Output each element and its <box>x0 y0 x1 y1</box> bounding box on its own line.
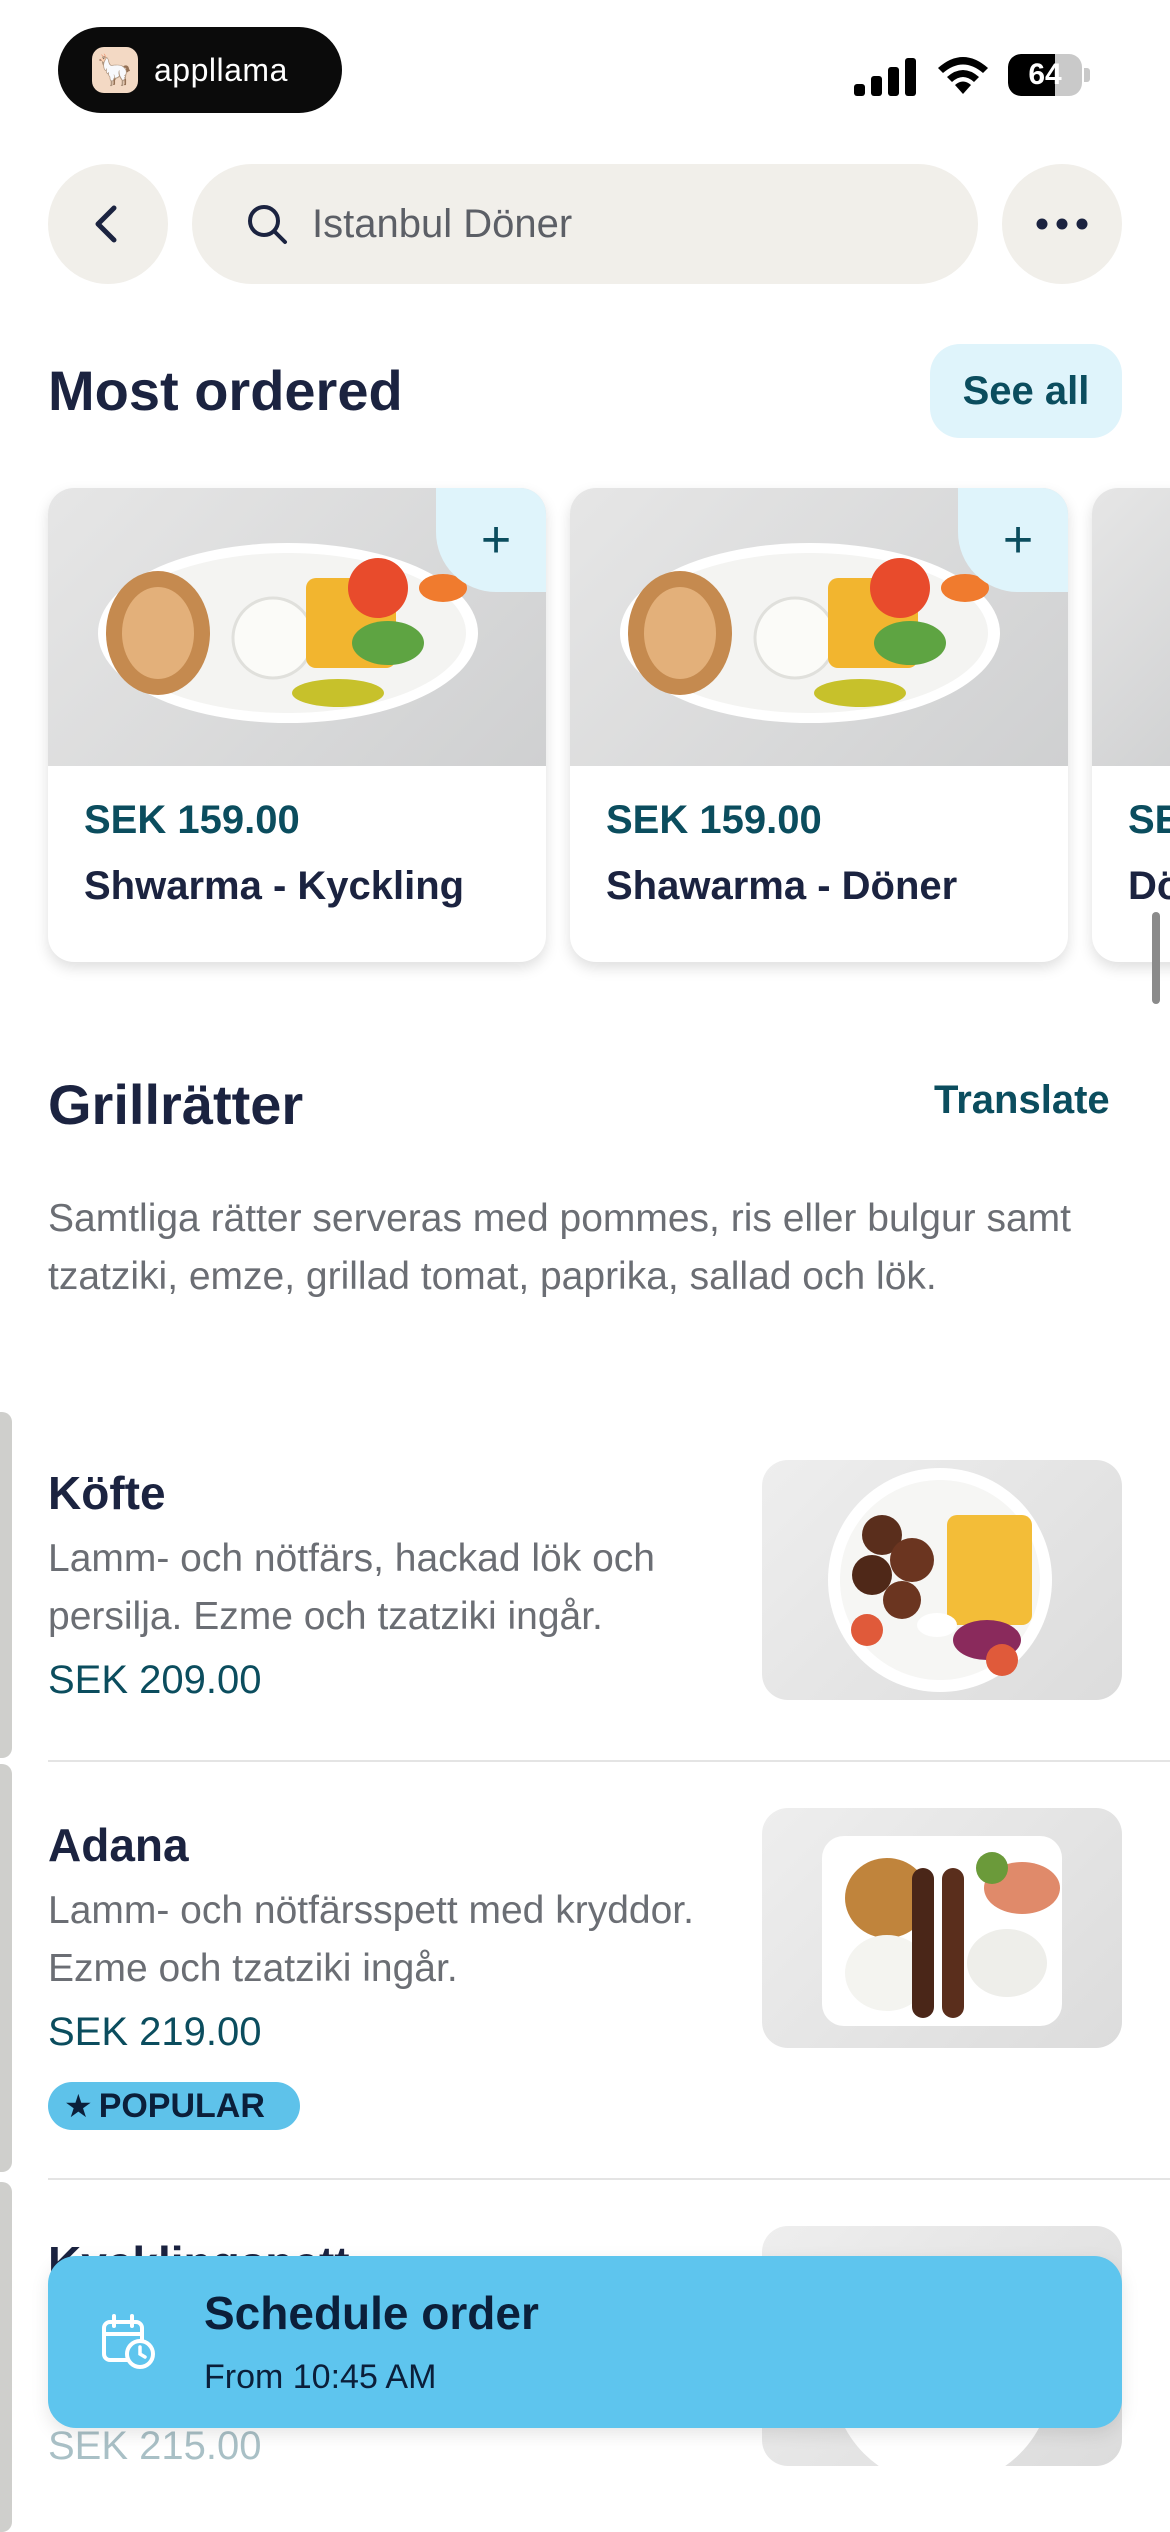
card-name: Shawarma - Döner <box>606 864 958 908</box>
side-handle <box>0 1764 12 2172</box>
status-bar: 🦙 appllama 64 <box>0 0 1170 140</box>
divider <box>48 1760 1170 1762</box>
popular-label: POPULAR <box>98 2086 265 2125</box>
star-icon: ★ <box>64 2088 93 2124</box>
most-ordered-card[interactable]: SE Dö <box>1092 488 1170 962</box>
most-ordered-title: Most ordered <box>48 359 403 422</box>
section-description: Samtliga rätter serveras med pommes, ris… <box>48 1197 1072 1298</box>
card-price: SEK 159.00 <box>606 798 822 842</box>
section-title: Grillrätter <box>48 1073 304 1136</box>
menu-item-title: Adana <box>48 1819 189 1871</box>
search-icon <box>248 205 287 244</box>
schedule-subtitle: From 10:45 AM <box>204 2358 437 2396</box>
calendar-clock-icon <box>102 2314 155 2369</box>
popular-badge: ★ POPULAR <box>48 2082 300 2130</box>
back-button[interactable] <box>48 164 168 284</box>
schedule-title: Schedule order <box>204 2287 539 2339</box>
search-input[interactable]: Istanbul Döner <box>192 164 978 284</box>
wifi-icon <box>938 57 988 94</box>
side-handle <box>0 2182 12 2532</box>
llama-logo-icon: 🦙 <box>92 47 138 93</box>
more-button[interactable] <box>1002 164 1122 284</box>
chevron-left-icon <box>95 205 117 243</box>
menu-item-image <box>762 1808 1122 2048</box>
menu-item-price: SEK 215.00 <box>48 2424 262 2468</box>
card-price: SE <box>1128 798 1170 842</box>
dish-image <box>1092 488 1170 766</box>
most-ordered-card[interactable]: + SEK 159.00 Shawarma - Döner <box>570 488 1068 962</box>
menu-item-description: Lamm- och nötfärs, hackad lök och persil… <box>48 1537 655 1638</box>
divider <box>48 2178 1170 2180</box>
menu-item-image <box>762 1460 1122 1700</box>
menu-item-title: Köfte <box>48 1467 166 1519</box>
card-name: Shwarma - Kyckling <box>84 864 465 908</box>
menu-item[interactable]: Köfte Lamm- och nötfärs, hackad lök och … <box>0 1412 1170 1758</box>
menu-item-price: SEK 209.00 <box>48 1658 262 1702</box>
see-all-button[interactable]: See all <box>930 344 1122 438</box>
menu-item-description: Lamm- och nötfärsspett med kryddor. Ezme… <box>48 1889 694 1990</box>
signal-icon <box>854 56 916 96</box>
appllama-badge: 🦙 appllama <box>58 27 342 113</box>
translate-link[interactable]: Translate <box>934 1078 1110 1123</box>
more-horizontal-icon <box>1036 218 1088 230</box>
menu-item[interactable]: Adana Lamm- och nötfärsspett med kryddor… <box>0 1764 1170 2176</box>
battery-level: 64 <box>1028 58 1062 91</box>
most-ordered-card[interactable]: + SEK 159.00 Shwarma - Kyckling <box>48 488 546 962</box>
battery-icon: 64 <box>1008 54 1090 96</box>
menu-item-price: SEK 219.00 <box>48 2010 262 2054</box>
card-name: Dö <box>1128 864 1170 908</box>
appllama-label: appllama <box>154 51 288 88</box>
scroll-indicator[interactable] <box>1152 912 1160 1004</box>
search-text: Istanbul Döner <box>312 201 573 246</box>
schedule-order-button[interactable]: Schedule order From 10:45 AM <box>48 2256 1122 2428</box>
card-price: SEK 159.00 <box>84 798 300 842</box>
side-handle <box>0 1412 12 1758</box>
